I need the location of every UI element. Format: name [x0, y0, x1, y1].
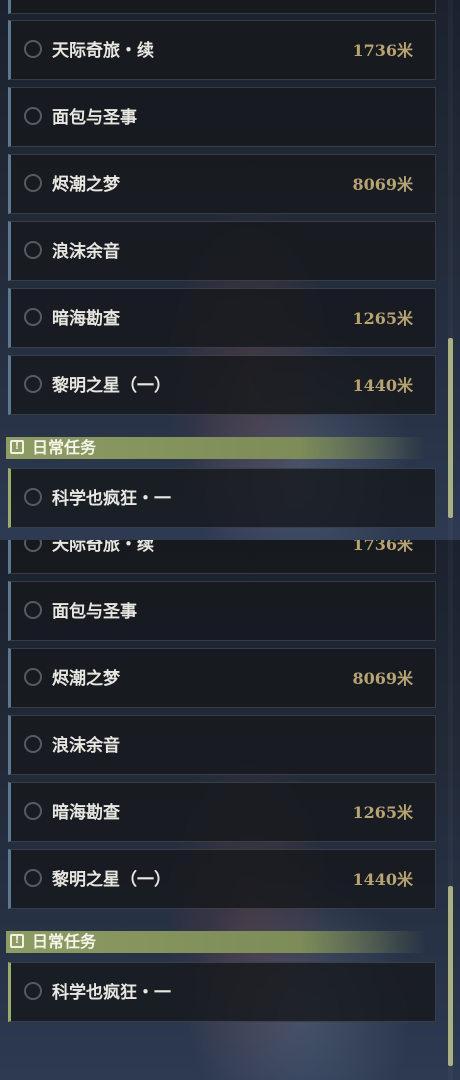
quest-distance: 1440米 [352, 870, 413, 889]
radio-button[interactable] [24, 107, 42, 125]
section-title: 日常任务 [32, 438, 97, 457]
radio-button[interactable] [24, 40, 42, 58]
quest-name: 面包与圣事 [52, 602, 137, 622]
daily-quests-header: ! 日常任务 [6, 437, 426, 459]
quest-name: 浪沫余音 [52, 736, 120, 756]
radio-button[interactable] [24, 174, 42, 192]
scrollbar-thumb[interactable] [448, 886, 453, 1066]
quest-item-daily[interactable]: 科学也疯狂・一 [8, 962, 436, 1022]
quest-item[interactable]: 面包与圣事 [8, 87, 436, 147]
quest-item[interactable]: 浪沫余音 [8, 715, 436, 775]
quest-name: 暗海勘查 [52, 309, 120, 329]
radio-button[interactable] [24, 488, 42, 506]
quest-distance: 8069米 [352, 175, 413, 194]
quest-distance: 1736米 [352, 41, 413, 60]
radio-button[interactable] [24, 601, 42, 619]
quest-distance: 1265米 [352, 309, 413, 328]
quest-name: 浪沫余音 [52, 242, 120, 262]
daily-quests-header: ! 日常任务 [6, 931, 426, 953]
quest-item[interactable]: 面包与圣事 [8, 581, 436, 641]
exclamation-icon: ! [10, 934, 24, 948]
quest-name: 科学也疯狂・一 [52, 983, 171, 1003]
quest-name: 烬潮之梦 [52, 669, 120, 689]
quest-name: 天际奇旅・续 [52, 540, 154, 555]
exclamation-icon: ! [10, 440, 24, 454]
quest-name: 科学也疯狂・一 [52, 489, 171, 509]
radio-button[interactable] [24, 869, 42, 887]
quest-name: 暗海勘查 [52, 803, 120, 823]
quest-name: 天际奇旅・续 [52, 41, 154, 61]
quest-item[interactable]: 黎明之星（一） 1440米 [8, 355, 436, 415]
quest-item-daily[interactable]: 科学也疯狂・一 [8, 468, 436, 528]
radio-button[interactable] [24, 308, 42, 326]
quest-name: 面包与圣事 [52, 108, 137, 128]
radio-button[interactable] [24, 982, 42, 1000]
radio-button[interactable] [24, 735, 42, 753]
scrollbar-thumb[interactable] [448, 338, 453, 518]
radio-button[interactable] [24, 241, 42, 259]
quest-item[interactable]: 浪沫余音 [8, 221, 436, 281]
quest-item[interactable]: 天际奇旅・续 1736米 [8, 540, 436, 574]
radio-button[interactable] [24, 375, 42, 393]
radio-button[interactable] [24, 668, 42, 686]
quest-item[interactable]: 暗海勘查 1265米 [8, 782, 436, 842]
radio-button[interactable] [24, 540, 42, 552]
quest-name: 黎明之星（一） [52, 870, 171, 890]
quest-item-partial[interactable] [8, 0, 436, 14]
quest-panel-top: 天际奇旅・续 1736米 面包与圣事 烬潮之梦 8069米 浪沫余音 暗海勘查 … [0, 0, 460, 540]
quest-item[interactable]: 黎明之星（一） 1440米 [8, 849, 436, 909]
quest-name: 烬潮之梦 [52, 175, 120, 195]
quest-item[interactable]: 烬潮之梦 8069米 [8, 648, 436, 708]
section-title: 日常任务 [32, 932, 97, 951]
quest-distance: 1736米 [352, 540, 413, 554]
quest-distance: 1265米 [352, 803, 413, 822]
quest-name: 黎明之星（一） [52, 376, 171, 396]
radio-button[interactable] [24, 802, 42, 820]
quest-panel-bottom: 天际奇旅・续 1736米 面包与圣事 烬潮之梦 8069米 浪沫余音 暗海勘查 … [0, 540, 460, 1080]
quest-item[interactable]: 暗海勘查 1265米 [8, 288, 436, 348]
quest-distance: 1440米 [352, 376, 413, 395]
quest-item[interactable]: 天际奇旅・续 1736米 [8, 20, 436, 80]
quest-distance: 8069米 [352, 669, 413, 688]
quest-item[interactable]: 烬潮之梦 8069米 [8, 154, 436, 214]
